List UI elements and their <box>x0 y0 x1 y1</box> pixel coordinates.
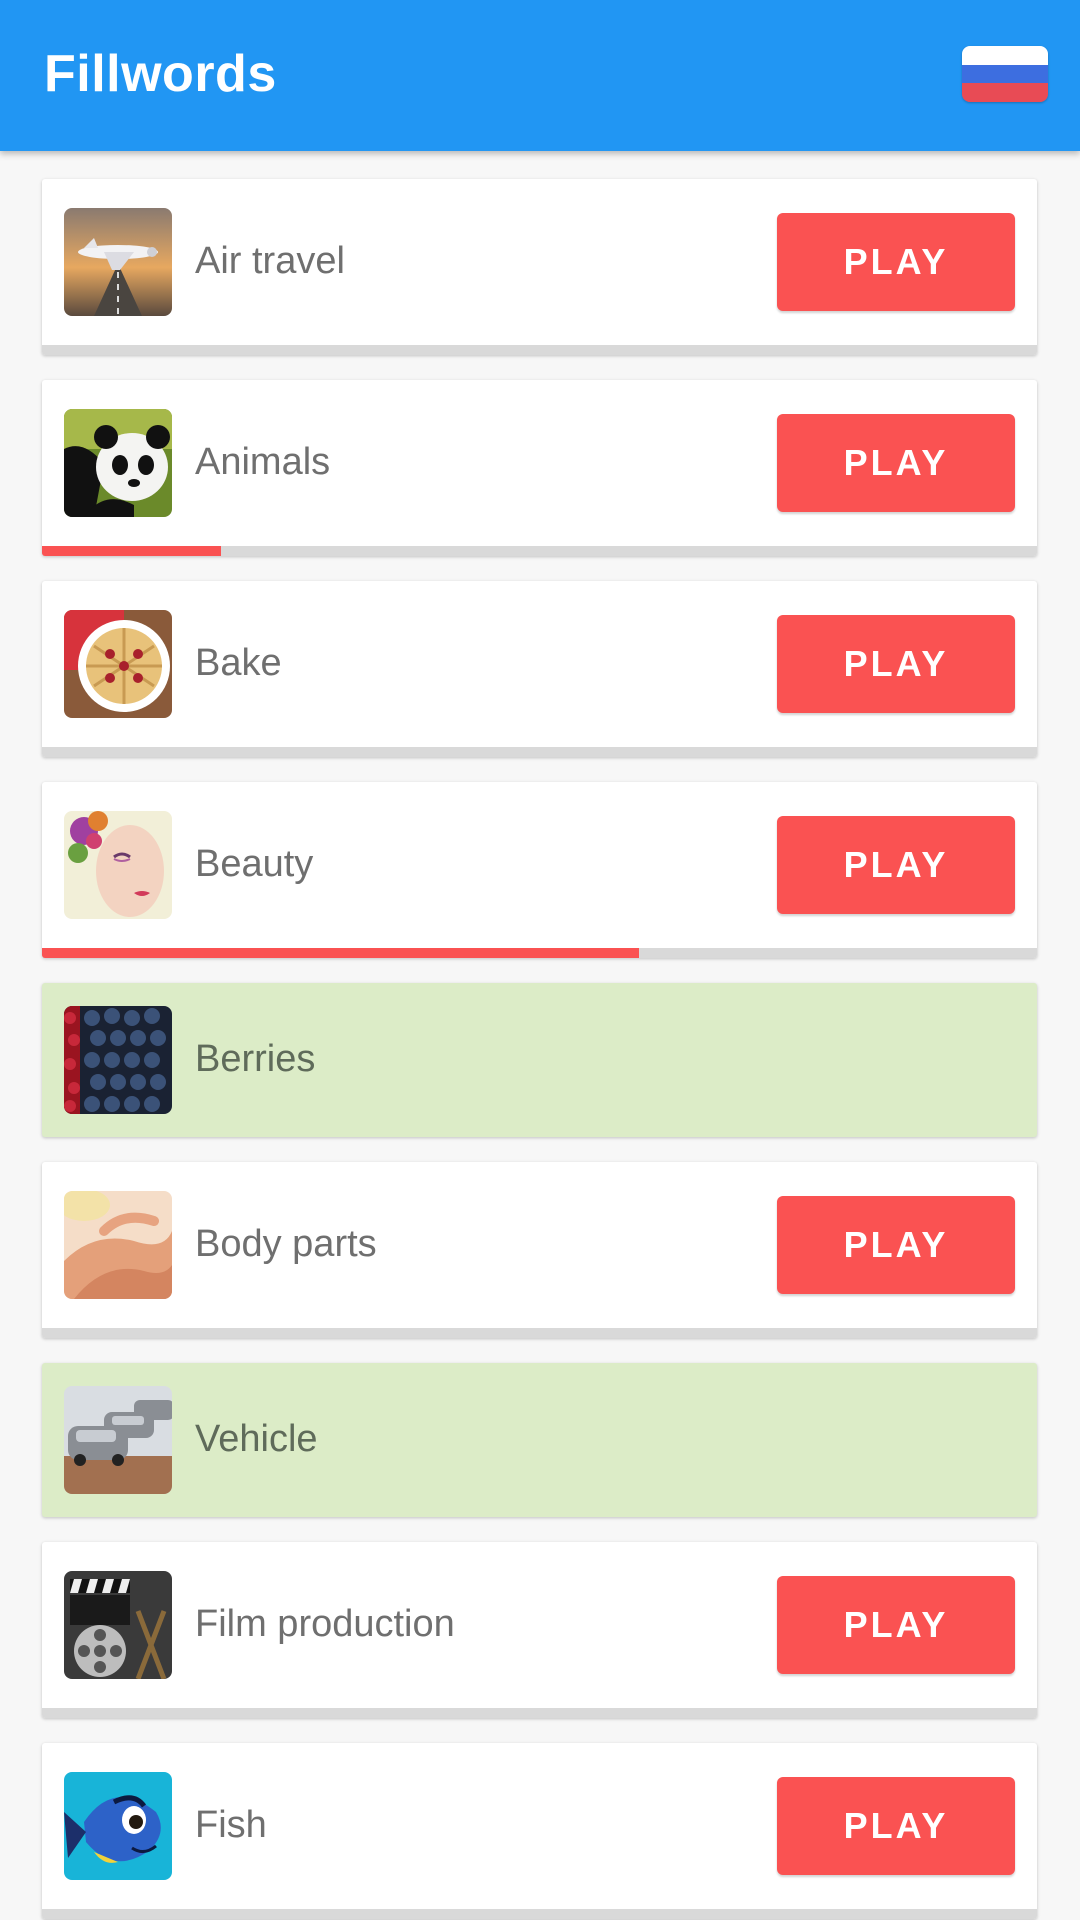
category-label: Fish <box>195 1804 267 1846</box>
category-label: Film production <box>195 1603 455 1645</box>
play-button[interactable]: PLAY <box>777 414 1015 512</box>
airplane-image <box>64 208 172 316</box>
play-button[interactable]: PLAY <box>777 1777 1015 1875</box>
progress-bar <box>42 1328 1037 1338</box>
blue-fish-image <box>64 1772 172 1880</box>
category-card[interactable]: Animals PLAY <box>42 380 1037 556</box>
category-card: Vehicle <box>42 1363 1037 1517</box>
film-reel-image <box>64 1571 172 1679</box>
blueberries-image <box>64 1006 172 1114</box>
category-card[interactable]: Fish PLAY <box>42 1743 1037 1919</box>
progress-bar <box>42 1708 1037 1718</box>
category-label: Air travel <box>195 240 345 282</box>
progress-bar <box>42 345 1037 355</box>
play-button[interactable]: PLAY <box>777 1196 1015 1294</box>
flag-stripe-red <box>962 83 1048 102</box>
progress-fill <box>42 546 222 556</box>
flag-stripe-white <box>962 46 1048 65</box>
category-card[interactable]: Body parts PLAY <box>42 1162 1037 1338</box>
panda-image <box>64 409 172 517</box>
play-button[interactable]: PLAY <box>777 615 1015 713</box>
pie-image <box>64 610 172 718</box>
flag-stripe-blue <box>962 64 1048 84</box>
category-label: Animals <box>195 441 331 483</box>
russia-flag-icon[interactable] <box>962 46 1048 102</box>
play-button[interactable]: PLAY <box>777 816 1015 914</box>
category-label: Beauty <box>195 843 314 885</box>
category-card: Berries <box>42 983 1037 1137</box>
progress-bar <box>42 1909 1037 1919</box>
progress-fill <box>42 948 639 958</box>
category-label: Berries <box>195 1038 316 1080</box>
category-label: Bake <box>195 642 282 684</box>
play-button[interactable]: PLAY <box>777 213 1015 311</box>
app-bar: Fillwords <box>0 0 1080 151</box>
category-card[interactable]: Beauty PLAY <box>42 782 1037 958</box>
play-button[interactable]: PLAY <box>777 1576 1015 1674</box>
category-card[interactable]: Film production PLAY <box>42 1542 1037 1718</box>
category-label: Vehicle <box>195 1418 318 1460</box>
app-title: Fillwords <box>44 45 277 103</box>
category-card[interactable]: Bake PLAY <box>42 581 1037 757</box>
cars-image <box>64 1386 172 1494</box>
category-label: Body parts <box>195 1223 377 1265</box>
category-card[interactable]: Air travel PLAY <box>42 179 1037 355</box>
progress-bar <box>42 546 1037 556</box>
progress-bar <box>42 747 1037 757</box>
progress-bar <box>42 948 1037 958</box>
face-image <box>64 811 172 919</box>
hands-image <box>64 1191 172 1299</box>
